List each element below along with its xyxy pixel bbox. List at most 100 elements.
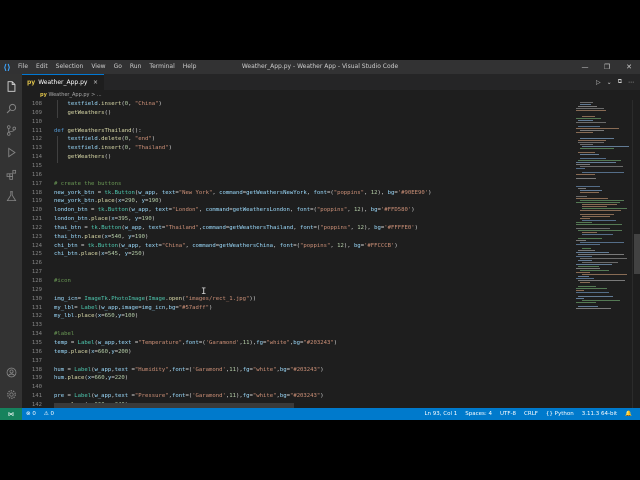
code-line[interactable]: 116 [22, 171, 572, 180]
code-line[interactable]: 115 [22, 162, 572, 171]
code-line[interactable]: 118 new_york_btn = tk.Button(w_app, text=… [22, 189, 572, 198]
language-mode[interactable]: {} Python [542, 411, 578, 417]
line-number: 142 [31, 401, 42, 408]
tab-weather-app[interactable]: py Weather_App.py × [22, 74, 104, 90]
scrollbar-thumb[interactable] [634, 234, 640, 274]
warnings-count[interactable]: ⚠ 0 [40, 411, 58, 417]
split-editor-icon[interactable]: ⧉ [618, 78, 622, 86]
minimap-line [580, 138, 614, 139]
code-text: hum = Label(w_app,text ="Humidity",font=… [54, 366, 324, 373]
mouse-cursor-icon: I [201, 287, 207, 297]
minimap-line [578, 106, 598, 107]
line-number: 109 [31, 109, 42, 116]
code-line[interactable]: 125 chi_btn.place(x=545, y=250) [22, 250, 572, 259]
code-line[interactable]: 111 def getWeathersThailand(): [22, 127, 572, 136]
code-line[interactable]: 117 # create the buttons [22, 180, 572, 189]
code-line[interactable]: 139 hum.place(x=660,y=220) [22, 374, 572, 383]
notifications-bell-icon[interactable]: 🔔 [621, 411, 636, 417]
code-line[interactable]: 132 my_lbl.place(x=650,y=100) [22, 312, 572, 321]
minimap-line [576, 272, 590, 273]
code-line[interactable]: 135 temp = Label(w_app,text ="Temperature… [22, 339, 572, 348]
close-window-icon[interactable]: ✕ [618, 60, 640, 74]
line-number: 119 [31, 198, 42, 205]
code-line[interactable]: 128 #icon [22, 277, 572, 286]
line-number: 123 [31, 233, 42, 240]
breadcrumb-more[interactable]: ... [97, 92, 102, 98]
code-line[interactable]: 138 hum = Label(w_app,text ="Humidity",fo… [22, 366, 572, 375]
run-debug-icon[interactable] [3, 144, 19, 160]
errors-count[interactable]: ⊗ 0 [22, 411, 40, 417]
minimap-line [582, 216, 611, 217]
code-line[interactable]: 137 [22, 357, 572, 366]
account-icon[interactable] [3, 364, 19, 380]
code-line[interactable]: 134 #label [22, 330, 572, 339]
code-line[interactable]: 108 textfield.insert(0, "China") [22, 100, 572, 109]
line-number: 125 [31, 251, 42, 258]
line-number: 128 [31, 278, 42, 284]
cursor-position[interactable]: Ln 93, Col 1 [420, 411, 461, 417]
run-dropdown-icon[interactable]: ⌄ [607, 79, 612, 86]
minimap-line [582, 248, 592, 249]
minimap[interactable] [574, 100, 630, 408]
code-line[interactable]: 114 getWeathers() [22, 153, 572, 162]
code-line[interactable]: 119 new_york_btn.place(x=290, y=190) [22, 197, 572, 206]
python-interpreter[interactable]: 3.11.3 64-bit [578, 411, 621, 417]
code-line[interactable]: 120 london_btn = tk.Button(w_app, text="L… [22, 206, 572, 215]
minimap-line [576, 292, 609, 293]
search-icon[interactable] [3, 100, 19, 116]
code-text: textfield.delete(0, "end") [67, 136, 156, 143]
settings-gear-icon[interactable] [3, 386, 19, 402]
menu-help[interactable]: Help [179, 60, 201, 74]
code-line[interactable]: 110 [22, 118, 572, 127]
python-file-icon: py [27, 79, 36, 86]
encoding[interactable]: UTF-8 [496, 411, 520, 417]
line-endings[interactable]: CRLF [520, 411, 542, 417]
minimap-line [582, 232, 598, 233]
code-line[interactable]: 127 [22, 268, 572, 277]
menu-file[interactable]: File [14, 60, 32, 74]
extensions-icon[interactable] [3, 166, 19, 182]
menu-terminal[interactable]: Terminal [145, 60, 178, 74]
code-line[interactable]: 121 london_btn.place(x=395, y=190) [22, 215, 572, 224]
menu-view[interactable]: View [87, 60, 109, 74]
more-actions-icon[interactable]: ⋯ [628, 79, 634, 86]
code-text: def getWeathersThailand(): [54, 127, 142, 134]
menu-go[interactable]: Go [110, 60, 126, 74]
menu-selection[interactable]: Selection [52, 60, 88, 74]
menu-edit[interactable]: Edit [32, 60, 52, 74]
code-line[interactable]: 126 [22, 259, 572, 268]
indentation[interactable]: Spaces: 4 [461, 411, 496, 417]
code-line[interactable]: 123 thai_btn.place(x=540, y=190) [22, 233, 572, 242]
run-python-file-icon[interactable]: ▷ [596, 79, 601, 86]
code-editor[interactable]: 108 textfield.insert(0, "China") 109 getW… [22, 100, 572, 408]
code-line[interactable]: 133 [22, 321, 572, 330]
code-line[interactable]: 129 [22, 286, 572, 295]
breadcrumb-file[interactable]: Weather_App.py [48, 92, 89, 98]
code-line[interactable]: 131 my_lbl= Label(w_app,image=img_icn,bg=… [22, 304, 572, 313]
minimize-icon[interactable]: — [574, 60, 596, 74]
minimap-line [578, 306, 598, 307]
remote-icon[interactable]: ⋈ [0, 408, 22, 420]
maximize-icon[interactable]: ❐ [596, 60, 618, 74]
code-line[interactable]: 112 textfield.delete(0, "end") [22, 135, 572, 144]
source-control-icon[interactable] [3, 122, 19, 138]
minimap-line [580, 104, 592, 105]
minimap-line [578, 142, 604, 143]
code-line[interactable]: 122 thai_btn = tk.Button(w_app, text="Tha… [22, 224, 572, 233]
explorer-icon[interactable] [3, 78, 19, 94]
menu-run[interactable]: Run [126, 60, 146, 74]
tab-close-icon[interactable]: × [93, 79, 98, 86]
code-line[interactable]: 130 img_icn= ImageTk.PhotoImage(Image.ope… [22, 295, 572, 304]
minimap-line [580, 200, 625, 201]
code-line[interactable]: 109 getWeathers() [22, 109, 572, 118]
code-line[interactable]: 140 [22, 383, 572, 392]
testing-icon[interactable] [3, 188, 19, 204]
code-line[interactable]: 124 chi_btn = tk.Button(w_app, text="Chin… [22, 242, 572, 251]
code-line[interactable]: 141 pre = Label(w_app,text ="Pressure",fo… [22, 392, 572, 401]
line-number: 129 [31, 286, 42, 293]
vertical-scrollbar[interactable] [632, 100, 640, 408]
code-line[interactable]: 113 textfield.insert(0, "Thailand") [22, 144, 572, 153]
minimap-line [582, 262, 619, 263]
line-number: 140 [31, 384, 42, 391]
code-line[interactable]: 136 temp.place(x=660,y=200) [22, 348, 572, 357]
